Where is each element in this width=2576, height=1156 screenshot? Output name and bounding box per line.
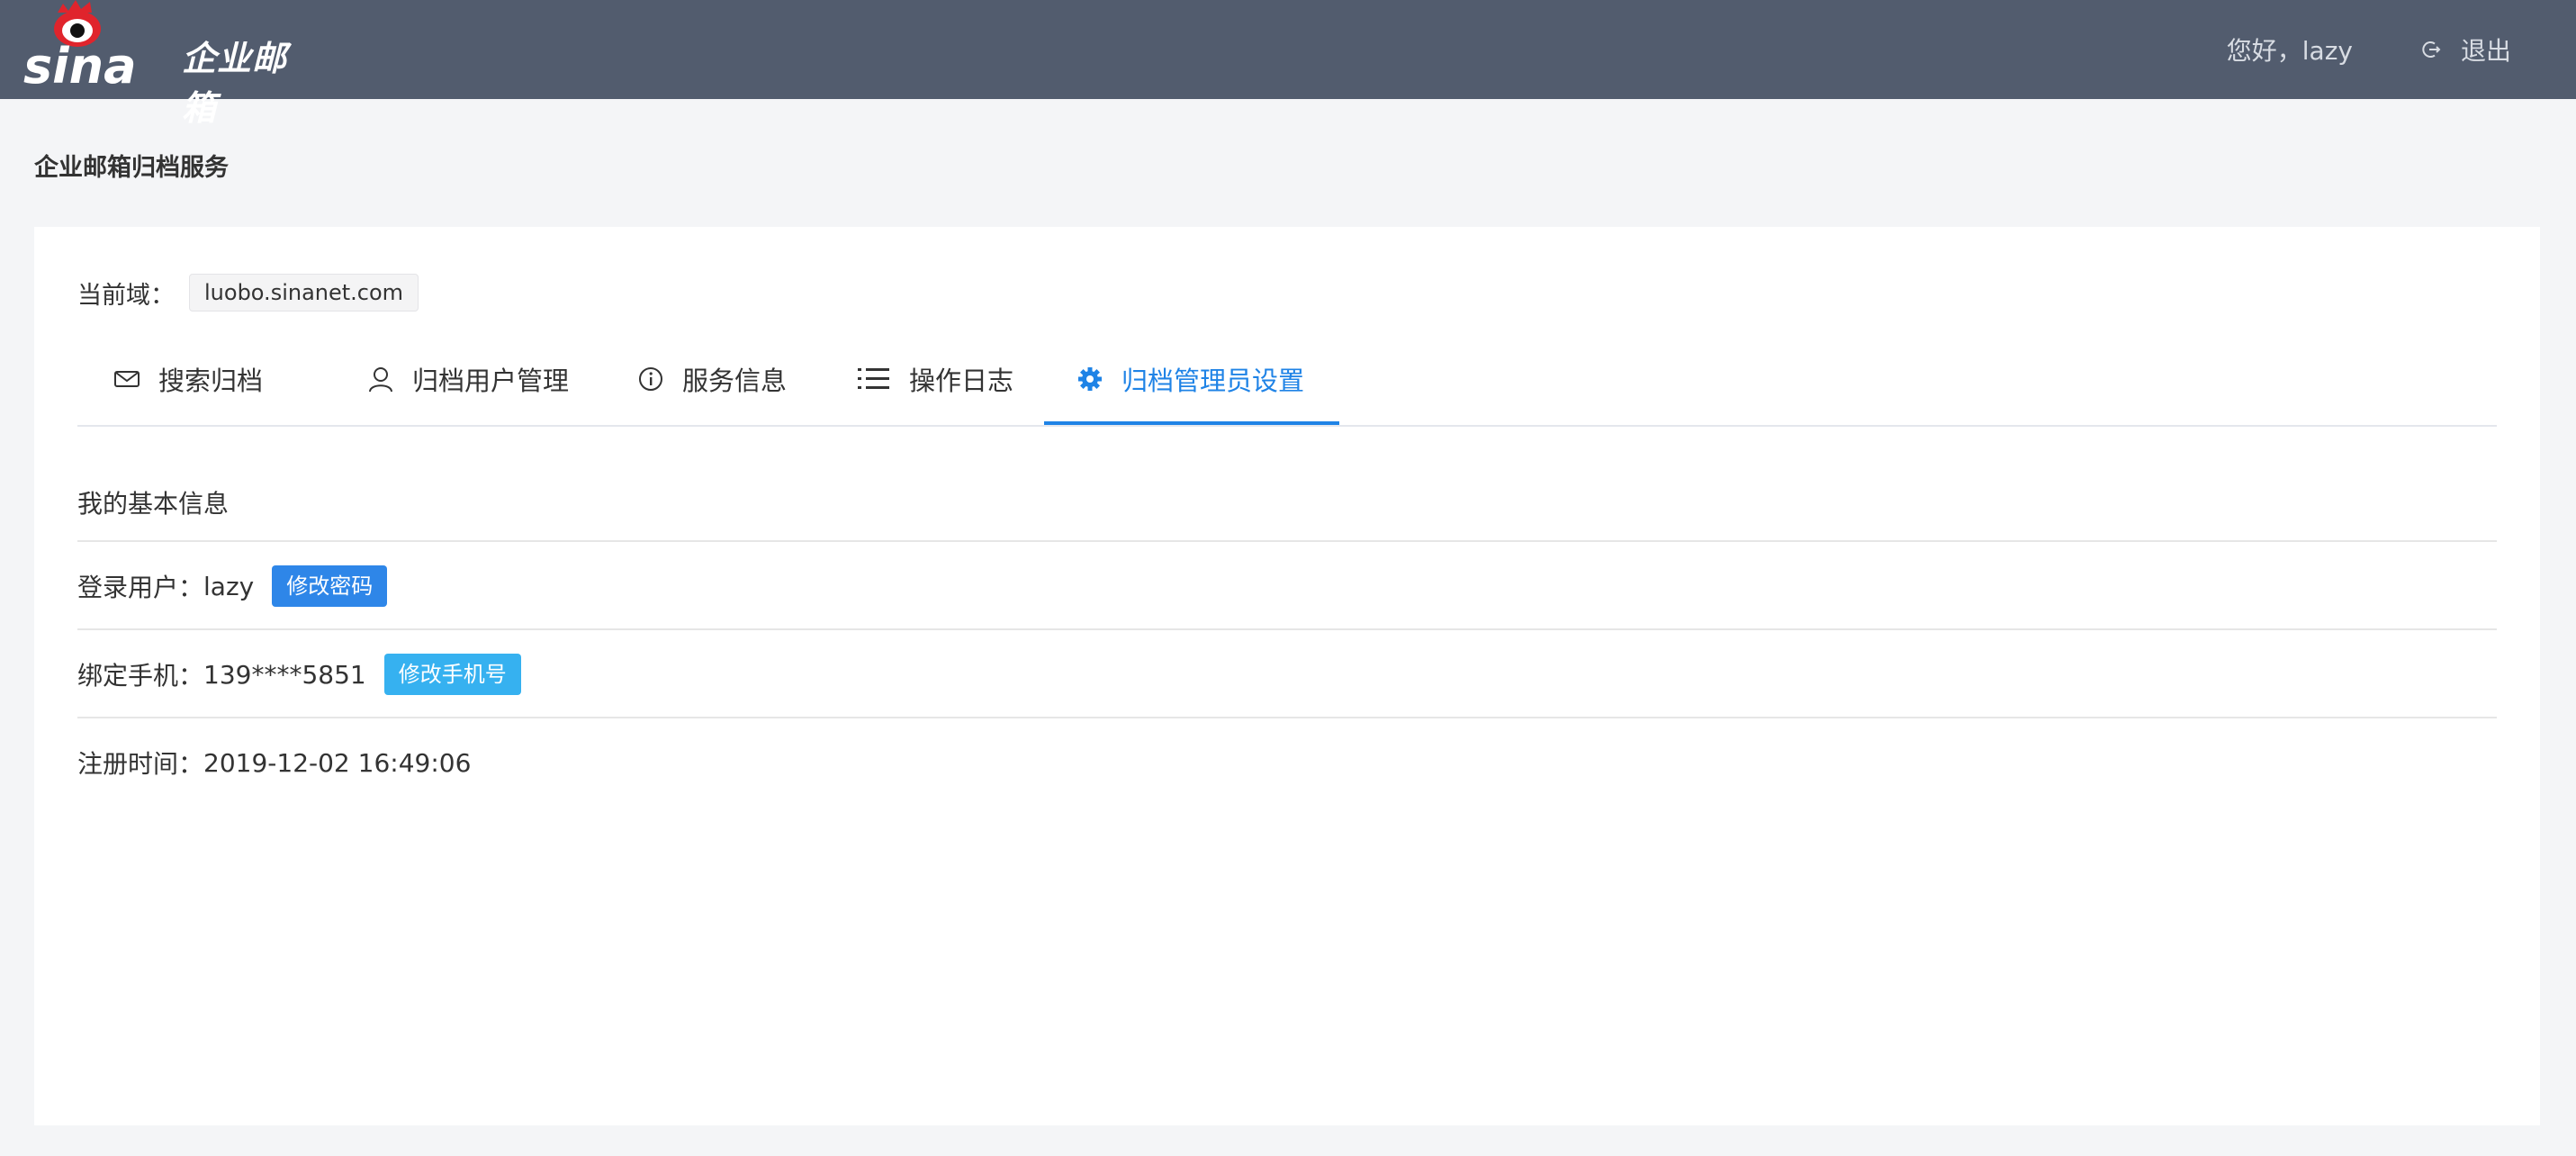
login-user-label: 登录用户： [77, 573, 204, 602]
active-tab-indicator [1044, 421, 1339, 425]
logout-button[interactable]: 退出 [2421, 32, 2511, 68]
logout-label: 退出 [2460, 36, 2511, 66]
current-domain: 当前域： luobo.sinanet.com [77, 274, 419, 312]
login-user-value: lazy [203, 571, 255, 601]
section-title: 我的基本信息 [77, 489, 230, 519]
phone-row: 绑定手机： 139****5851 修改手机号 [77, 654, 521, 695]
register-time-row: 注册时间： 2019-12-02 16:49:06 [77, 744, 471, 781]
svg-text:sina: sina [23, 38, 137, 95]
tab-label: 归档管理员设置 [1121, 366, 1305, 396]
domain-label: 当前域： [77, 281, 175, 310]
tab-search-archive[interactable]: 搜索归档 [113, 333, 263, 425]
gear-icon [1078, 367, 1102, 391]
divider [77, 717, 2497, 718]
tab-label: 归档用户管理 [412, 366, 570, 396]
phone-value: 139****5851 [203, 659, 366, 690]
tab-label: 操作日志 [909, 366, 1014, 396]
mail-icon [114, 371, 140, 387]
register-time-value: 2019-12-02 16:49:06 [203, 747, 472, 778]
logo-product-name: 企业邮箱 [182, 39, 288, 128]
tab-bar: 搜索归档 归档用户管理 服务信息 操作日志 归档管理员设置 [77, 333, 2497, 427]
register-time-label: 注册时间： [77, 749, 204, 779]
page-title: 企业邮箱归档服务 [34, 154, 229, 182]
sina-logo[interactable]: sina 企业邮箱 [23, 0, 311, 128]
tab-label: 搜索归档 [158, 366, 264, 396]
main-card: 当前域： luobo.sinanet.com 搜索归档 归档用户管理 服务信息 [34, 227, 2540, 1125]
list-icon [858, 368, 889, 389]
tab-archive-admin-settings[interactable]: 归档管理员设置 [1076, 333, 1304, 425]
tab-operation-log[interactable]: 操作日志 [857, 333, 1013, 425]
info-icon [639, 367, 662, 391]
logout-icon [2422, 41, 2441, 58]
tab-archive-user-management[interactable]: 归档用户管理 [367, 333, 569, 425]
user-greeting: 您好，lazy [2226, 36, 2353, 66]
top-header: sina 企业邮箱 您好，lazy 退出 [0, 0, 2576, 128]
tab-service-info[interactable]: 服务信息 [637, 333, 787, 425]
change-password-button[interactable]: 修改密码 [272, 565, 388, 607]
user-icon [369, 367, 392, 393]
change-phone-button[interactable]: 修改手机号 [383, 654, 521, 695]
login-user-row: 登录用户： lazy 修改密码 [77, 565, 388, 607]
divider [77, 628, 2497, 630]
domain-tag: luobo.sinanet.com [189, 274, 419, 312]
phone-label: 绑定手机： [77, 661, 204, 691]
sina-logo-mark: sina [23, 0, 137, 95]
tab-label: 服务信息 [682, 366, 788, 396]
divider [77, 540, 2497, 542]
